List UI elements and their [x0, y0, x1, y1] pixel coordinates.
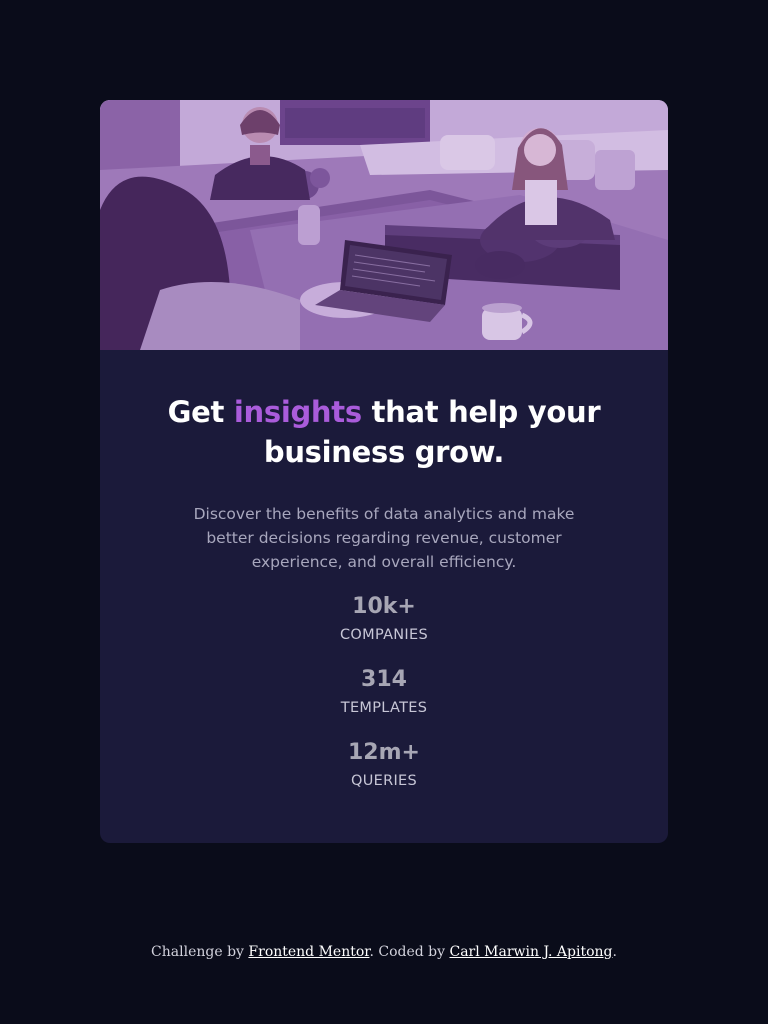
- stat-label-queries: QUERIES: [350, 773, 417, 789]
- card-description: Discover the benefits of data analytics …: [193, 505, 575, 571]
- stats-preview-card: Get insights that help your business gro…: [100, 100, 668, 843]
- headline-accent-word: insights: [233, 395, 362, 429]
- stat-value-templates: 314: [361, 667, 407, 692]
- footer-middle: . Coded by: [369, 944, 450, 960]
- stat-label-templates: TEMPLATES: [340, 700, 428, 716]
- stat-label-companies: COMPANIES: [340, 627, 428, 643]
- stat-value-queries: 12m+: [348, 740, 420, 765]
- attribution-footer: Challenge by Frontend Mentor. Coded by C…: [0, 941, 768, 963]
- headline-part-1: Get: [167, 395, 234, 429]
- author-link[interactable]: Carl Marwin J. Apitong: [449, 944, 612, 960]
- footer-prefix: Challenge by: [151, 944, 249, 960]
- frontend-mentor-link[interactable]: Frontend Mentor: [248, 944, 369, 960]
- footer-suffix: .: [612, 944, 617, 960]
- stat-value-companies: 10k+: [352, 594, 416, 619]
- card-headline: Get insights that help your business gro…: [100, 392, 668, 472]
- office-photo-illustration: [100, 100, 668, 350]
- hero-image: [100, 100, 668, 350]
